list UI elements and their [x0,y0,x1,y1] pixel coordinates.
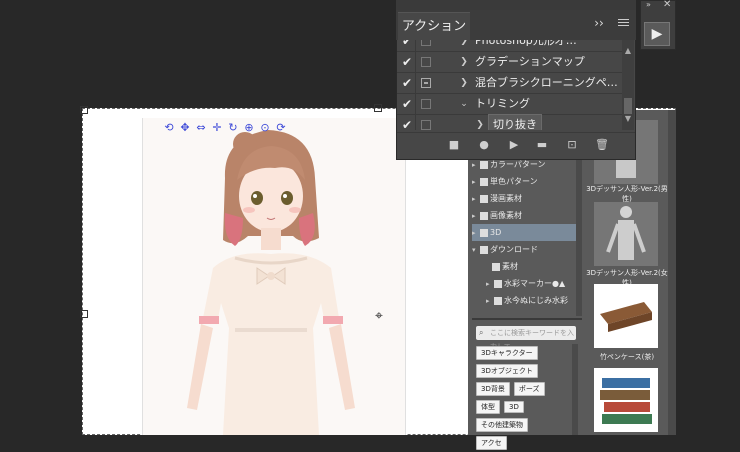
camera-move-icon[interactable]: ⇔ [194,122,208,134]
chevron-right-icon[interactable]: ❯ [459,73,469,93]
play-button[interactable]: ▶ [644,22,670,46]
tab-actions[interactable]: アクション [398,12,470,41]
tree-item[interactable]: ▸ 単色パターン [472,173,582,190]
3d-manipulator-toolbar[interactable]: ⟲ ✥ ⇔ ✛ ↻ ⊕ ⊙ ⟳ [162,122,288,134]
tree-item[interactable]: ▸ 水彩マーカー●▲ [472,275,582,292]
dialog-toggle[interactable] [421,57,431,67]
tree-item[interactable]: ▸ 水今ぬにじみ水彩 [472,292,582,309]
dialog-toggle[interactable] [421,40,431,46]
tree-item[interactable]: ▸ 画像素材 [472,207,582,224]
pen-case-icon [600,302,652,332]
books-icon [600,378,652,424]
action-item[interactable]: ✔ ❯ 混合ブラシクローニングペ… [397,73,622,94]
trash-icon[interactable]: 🗑 [595,138,609,152]
material-thumbnail[interactable] [594,368,658,432]
new-action-icon[interactable]: ⊡ [565,138,579,152]
character-illustration [187,130,355,435]
crop-handle-top[interactable] [374,104,382,112]
material-thumbnail[interactable] [594,202,658,266]
folder-icon [480,211,488,220]
camera-pan-icon[interactable]: ✥ [178,122,192,134]
check-icon[interactable]: ✔ [401,73,413,93]
material-thumbnail[interactable] [594,284,658,348]
actions-toolbar: ■ ● ▶ ▬ ⊡ 🗑 [397,132,635,157]
dialog-toggle[interactable] [421,120,431,130]
object-scale-icon[interactable]: ⊙ [258,122,272,134]
chevron-right-icon[interactable]: ❯ [475,115,485,130]
folder-icon [480,177,488,186]
folder-icon [480,194,488,203]
record-icon[interactable]: ● [477,138,491,152]
actions-panel-topbar[interactable] [396,0,636,10]
crop-handle-left[interactable] [80,310,88,318]
folder-icon [480,245,488,254]
tags-scrollbar[interactable] [572,344,578,435]
chevron-down-icon[interactable]: ⌄ [459,94,469,114]
panel-menu-icon[interactable] [618,17,629,27]
camera-rotate-icon[interactable]: ⟲ [162,122,176,134]
folder-icon [494,279,502,288]
folder-icon [492,262,500,271]
object-rotate-2-icon[interactable]: ⊕ [242,122,256,134]
object-tilt-icon[interactable]: ⟳ [274,122,288,134]
tag[interactable]: 3D [504,401,524,413]
tree-item-selected[interactable]: ▸ 3D [472,224,582,241]
crop-handle-top-left[interactable] [80,106,88,114]
tag[interactable]: 体型 [476,400,500,414]
tree-item[interactable]: 素材 [472,258,582,275]
scroll-up-icon[interactable]: ▲ [622,46,634,55]
folder-icon [480,228,488,237]
check-icon[interactable]: ✔ [401,52,413,72]
close-icon[interactable]: ✕ [663,0,671,10]
action-item-selected[interactable]: ✔ ❯ 切り抜き [397,114,622,130]
scroll-thumb[interactable] [624,98,632,114]
object-rotate-icon[interactable]: ↻ [226,122,240,134]
dialog-toggle[interactable] [421,78,431,88]
tag[interactable]: 3D背景 [476,382,510,396]
chevron-right-icon[interactable]: ❯ [459,52,469,72]
panel-divider[interactable] [472,318,582,320]
chevron-right-icon[interactable]: ❯ [459,40,469,51]
figure-female-icon [606,206,646,260]
move-cursor-icon: ⌖ [375,308,383,324]
check-icon[interactable]: ✔ [401,115,413,130]
dialog-toggle[interactable] [421,99,431,109]
folder-icon [480,160,488,169]
material-search-input[interactable]: ⌕ ここに検索キーワードを入力して… [476,326,576,351]
new-set-icon[interactable]: ▬ [535,138,549,152]
check-icon[interactable]: ✔ [401,94,413,114]
action-item[interactable]: ✔ ❯ Photoshop元形才… [397,40,622,52]
tag[interactable]: 3Dオブジェクト [476,364,538,378]
play-icon[interactable]: ▶ [507,138,521,152]
action-set[interactable]: ✔ ⌄ トリミング [397,94,622,115]
actions-list: ✔ ❯ Photoshop元形才… ✔ ❯ グラデーションマップ ✔ ❯ 混合ブ… [397,40,622,130]
character-image [142,118,406,435]
folder-icon [494,296,502,305]
tree-item[interactable]: ▸ 漫画素材 [472,190,582,207]
check-icon[interactable]: ✔ [401,40,413,51]
tag[interactable]: アクセ [476,436,507,450]
scroll-down-icon[interactable]: ▼ [622,114,634,123]
thumbnails-scrollbar[interactable] [668,110,676,435]
action-item[interactable]: ✔ ❯ グラデーションマップ [397,52,622,73]
actions-scrollbar[interactable]: ▲ ▼ [622,40,634,130]
tree-item[interactable]: ▾ ダウンロード [472,241,582,258]
stop-icon[interactable]: ■ [447,138,461,152]
expand-icon[interactable]: ›› [592,16,606,30]
tag-list: 3Dキャラクター 3Dオブジェクト 3D背景 ポーズ 体型 3D その他建築物 アク… [474,344,572,452]
tag[interactable]: ポーズ [513,382,545,396]
tag[interactable]: その他建築物 [476,418,528,432]
tag[interactable]: 3Dキャラクター [476,346,538,360]
column-divider [415,40,416,130]
materials-tree: ▸ カラーパターン ▸ 単色パターン ▸ 漫画素材 ▸ 画像素材 ▸ 3D ▾ ダウンロード… [472,156,582,316]
object-move-icon[interactable]: ✛ [210,122,224,134]
collapse-icon[interactable]: » [646,0,651,9]
search-icon: ⌕ [479,328,484,337]
